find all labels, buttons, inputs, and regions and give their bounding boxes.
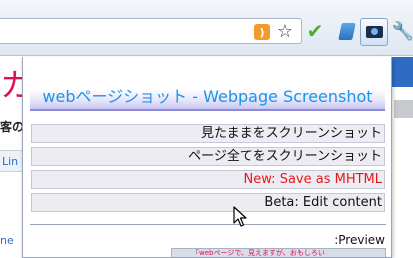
browser-toolbar: ) ☆ ✔ 🔧 <box>0 0 413 56</box>
mouse-cursor-icon <box>233 206 247 227</box>
background-text-fragment: 客の <box>0 120 25 134</box>
extension-book-icon[interactable] <box>336 20 358 42</box>
popup-divider <box>30 224 386 225</box>
extension-check-icon[interactable]: ✔ <box>304 19 326 43</box>
popup-header: webページショット - Webpage Screenshot <box>30 65 385 111</box>
preview-label: :Preview <box>334 233 385 247</box>
background-link-fragment[interactable]: Lin <box>2 155 18 168</box>
capture-entire-page-button[interactable]: ページ全てをスクリーンショット <box>31 147 385 166</box>
preview-thumbnail-text: 「webページで、見えますが、おもしろい <box>192 249 325 257</box>
capture-visible-button[interactable]: 見たままをスクリーンショット <box>31 124 385 143</box>
bookmark-star-icon[interactable]: ☆ <box>274 20 296 42</box>
background-gray-block <box>394 100 413 118</box>
background-link-fragment-2[interactable]: ne <box>0 234 14 247</box>
background-blue-block <box>392 57 413 87</box>
wrench-menu-icon[interactable]: 🔧 <box>392 20 413 42</box>
popup-title: webページショット - Webpage Screenshot <box>42 87 373 106</box>
save-as-mhtml-button[interactable]: New: Save as MHTML <box>31 170 385 189</box>
edit-content-button[interactable]: Beta: Edit content <box>31 193 385 212</box>
webpage-screenshot-extension-button[interactable] <box>360 18 388 46</box>
camera-icon <box>365 26 383 38</box>
extension-popup: webページショット - Webpage Screenshot 見たままをスクリ… <box>22 57 392 258</box>
preview-thumbnail[interactable]: 「webページで、見えますが、おもしろい <box>171 248 386 257</box>
rss-feed-icon[interactable]: ) <box>254 24 270 40</box>
